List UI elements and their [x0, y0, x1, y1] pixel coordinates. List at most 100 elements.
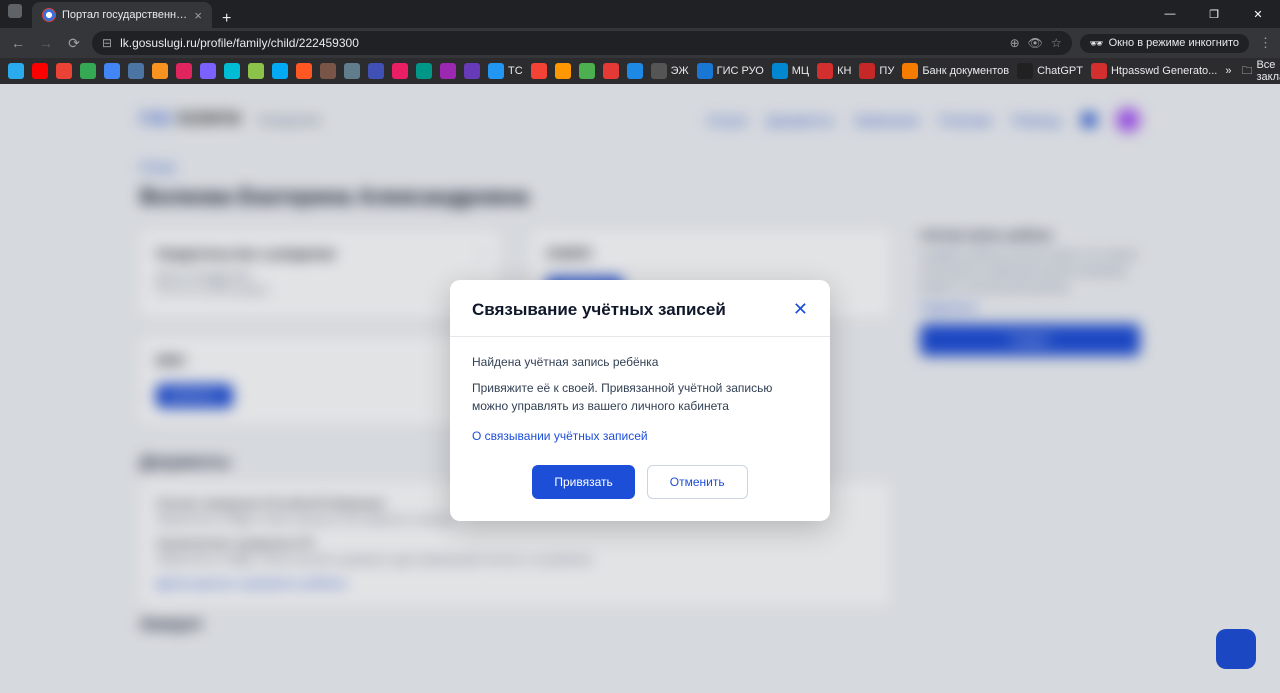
bookmark-favicon-icon [176, 63, 192, 79]
back-button[interactable]: ← [8, 35, 28, 51]
bookmark-favicon-icon [416, 63, 432, 79]
modal-title: Связывание учётных записей [472, 300, 726, 320]
bookmark-favicon-icon [248, 63, 264, 79]
bookmark-item[interactable] [627, 63, 643, 79]
bookmark-item[interactable] [248, 63, 264, 79]
link-accounts-modal: Связывание учётных записей ✕ Найдена учё… [450, 280, 830, 521]
star-icon[interactable]: ☆ [1051, 36, 1062, 50]
bookmark-item[interactable] [392, 63, 408, 79]
bookmark-favicon-icon [344, 63, 360, 79]
folder-icon: 🗀 [1241, 62, 1252, 81]
bookmark-item[interactable] [555, 63, 571, 79]
tab-search-icon[interactable] [8, 4, 22, 18]
bookmark-item[interactable]: Банк документов [902, 63, 1009, 79]
bookmark-favicon-icon [697, 63, 713, 79]
bookmark-item[interactable]: Htpasswd Generato... [1091, 63, 1217, 79]
bookmark-favicon-icon [368, 63, 384, 79]
bookmark-favicon-icon [320, 63, 336, 79]
bookmark-favicon-icon [152, 63, 168, 79]
minimize-button[interactable]: — [1148, 0, 1192, 28]
browser-tab[interactable]: Портал государственных услу × [32, 2, 212, 28]
bookmark-item[interactable] [56, 63, 72, 79]
bookmark-item[interactable] [416, 63, 432, 79]
bookmark-item[interactable] [296, 63, 312, 79]
bookmark-favicon-icon [200, 63, 216, 79]
bookmark-item[interactable]: TC [488, 63, 523, 79]
bookmark-item[interactable] [368, 63, 384, 79]
favicon-icon [42, 8, 56, 22]
bookmark-item[interactable] [32, 63, 48, 79]
bookmark-favicon-icon [128, 63, 144, 79]
bookmark-favicon-icon [627, 63, 643, 79]
zoom-icon[interactable]: ⊕ [1010, 36, 1020, 50]
all-bookmarks-folder[interactable]: 🗀 Все закладки [1241, 59, 1280, 83]
bookmark-favicon-icon [902, 63, 918, 79]
bookmark-item[interactable] [176, 63, 192, 79]
bookmark-item[interactable] [8, 63, 24, 79]
bookmark-item[interactable] [224, 63, 240, 79]
bookmark-favicon-icon [56, 63, 72, 79]
bookmark-favicon-icon [1091, 63, 1107, 79]
bookmark-item[interactable] [80, 63, 96, 79]
modal-text: Найдена учётная запись ребёнка [472, 355, 808, 369]
bookmarks-bar: TC ЭЖ ГИС РУО МЦ КН ПУ Банк документов ChatGPT H… [0, 58, 1280, 84]
bookmark-favicon-icon [651, 63, 667, 79]
reload-button[interactable]: ⟳ [64, 35, 84, 52]
url-input[interactable]: ⊟ lk.gosuslugi.ru/profile/family/child/2… [92, 31, 1072, 55]
browser-menu-button[interactable]: ⋮ [1259, 35, 1272, 51]
bookmark-item[interactable] [603, 63, 619, 79]
bookmark-item[interactable] [320, 63, 336, 79]
tab-close-icon[interactable]: × [194, 8, 202, 23]
close-icon[interactable]: ✕ [793, 300, 808, 318]
incognito-badge[interactable]: 🕶 Окно в режиме инкогнито [1080, 34, 1249, 53]
bookmark-favicon-icon [772, 63, 788, 79]
forward-button[interactable]: → [36, 35, 56, 51]
bookmark-favicon-icon [464, 63, 480, 79]
bookmark-item[interactable] [152, 63, 168, 79]
about-linking-link[interactable]: О связывании учётных записей [472, 429, 808, 443]
link-button[interactable]: Привязать [532, 465, 634, 499]
bookmark-item[interactable] [440, 63, 456, 79]
bookmark-item[interactable]: ГИС РУО [697, 63, 764, 79]
bookmark-item[interactable] [464, 63, 480, 79]
bookmark-item[interactable] [104, 63, 120, 79]
bookmark-favicon-icon [296, 63, 312, 79]
bookmark-item[interactable]: ChatGPT [1017, 63, 1083, 79]
maximize-button[interactable]: ❐ [1192, 0, 1236, 28]
bookmark-favicon-icon [817, 63, 833, 79]
modal-text: Привяжите её к своей. Привязанной учётно… [472, 379, 808, 415]
bookmark-item[interactable] [272, 63, 288, 79]
bookmark-item[interactable] [579, 63, 595, 79]
bookmarks-overflow[interactable]: » [1225, 65, 1231, 77]
bookmark-favicon-icon [603, 63, 619, 79]
address-bar: ← → ⟳ ⊟ lk.gosuslugi.ru/profile/family/c… [0, 28, 1280, 58]
cancel-button[interactable]: Отменить [647, 465, 748, 499]
close-window-button[interactable]: ✕ [1236, 0, 1280, 28]
bookmark-item[interactable]: ЭЖ [651, 63, 689, 79]
bookmark-favicon-icon [272, 63, 288, 79]
new-tab-button[interactable]: + [212, 10, 241, 28]
window-controls: — ❐ ✕ [1148, 0, 1280, 28]
bookmark-favicon-icon [859, 63, 875, 79]
browser-titlebar: Портал государственных услу × + — ❐ ✕ [0, 0, 1280, 28]
bookmark-favicon-icon [531, 63, 547, 79]
incognito-icon: 🕶 [1090, 37, 1104, 50]
eye-icon[interactable]: 👁 [1028, 36, 1043, 50]
bookmark-favicon-icon [1017, 63, 1033, 79]
bookmark-favicon-icon [224, 63, 240, 79]
tab-title: Портал государственных услу [62, 9, 188, 21]
bookmark-item[interactable] [128, 63, 144, 79]
url-text: lk.gosuslugi.ru/profile/family/child/222… [120, 36, 1002, 50]
bookmark-item[interactable]: МЦ [772, 63, 809, 79]
site-info-icon[interactable]: ⊟ [102, 36, 112, 50]
bookmark-favicon-icon [440, 63, 456, 79]
bookmark-item[interactable] [531, 63, 547, 79]
bookmark-item[interactable] [344, 63, 360, 79]
bookmark-item[interactable] [200, 63, 216, 79]
bookmark-favicon-icon [80, 63, 96, 79]
bookmark-item[interactable]: ПУ [859, 63, 894, 79]
bookmark-favicon-icon [579, 63, 595, 79]
bookmark-favicon-icon [392, 63, 408, 79]
bookmark-favicon-icon [488, 63, 504, 79]
bookmark-item[interactable]: КН [817, 63, 851, 79]
